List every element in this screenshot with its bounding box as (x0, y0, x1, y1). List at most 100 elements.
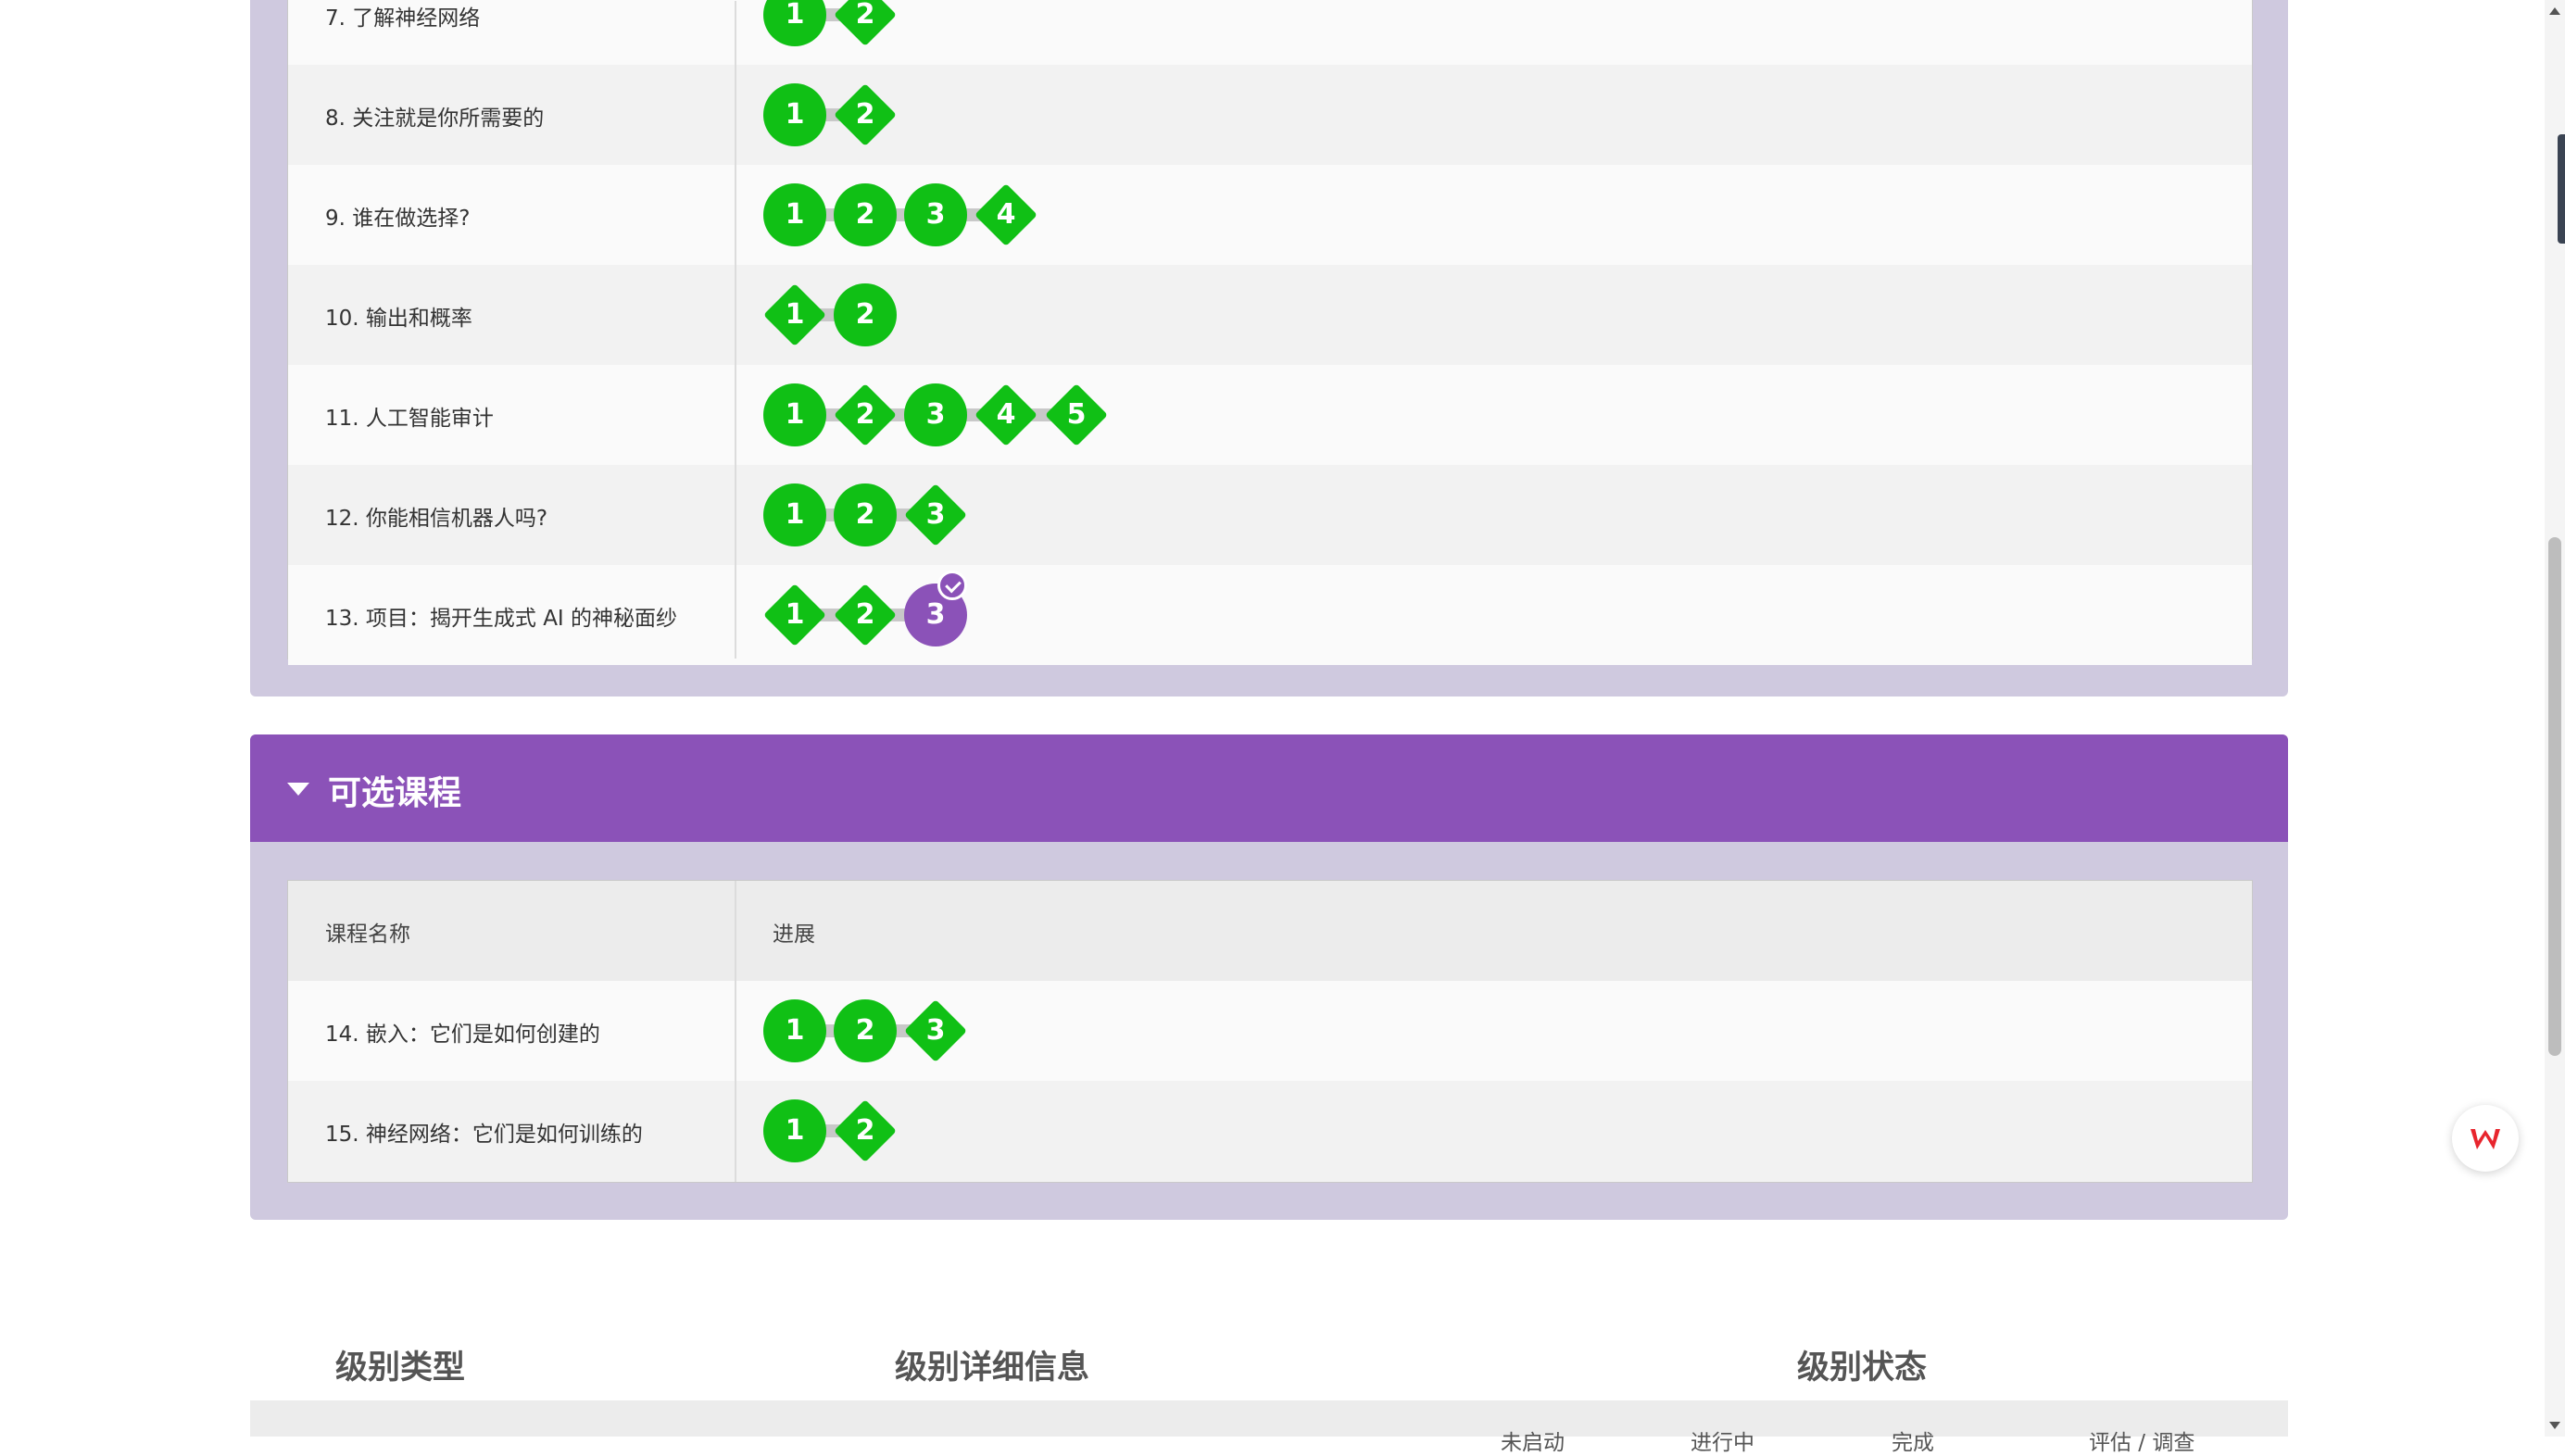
course-name[interactable]: 15. 神经网络：它们是如何训练的 (325, 1116, 643, 1148)
section-title: 可选课程 (328, 774, 462, 812)
lesson-number: 2 (855, 0, 875, 31)
level-type-heading: 级别类型 (335, 1349, 466, 1387)
lesson-circle-node[interactable]: 2 (834, 283, 897, 346)
scroll-down-icon[interactable] (2549, 1422, 2560, 1429)
status-column-not-started: 未启动 (1501, 1431, 1565, 1455)
lesson-number: 2 (855, 1114, 875, 1147)
status-column-assessment: 评估 / 调查 (2089, 1431, 2195, 1455)
progress-track: 12 (763, 0, 1504, 46)
table-row[interactable]: 11. 人工智能审计 1 2 3 4 5 (288, 365, 2252, 465)
lesson-diamond-node[interactable]: 1 (763, 283, 826, 346)
lesson-diamond-node[interactable]: 2 (834, 584, 897, 646)
lesson-number: 1 (785, 198, 805, 231)
table-row[interactable]: 12. 你能相信机器人吗? 1 2 3 (288, 465, 2252, 565)
wps-logo-icon (2471, 1129, 2500, 1149)
wps-floating-button[interactable] (2452, 1105, 2519, 1172)
lesson-diamond-node[interactable]: 3 (904, 999, 967, 1062)
lesson-number: 2 (855, 498, 875, 531)
lesson-diamond-node[interactable]: 3 (904, 483, 967, 546)
required-courses-panel: 7. 了解神经网络 12 8. 关注就是你所需要的 12 9. 谁在做选择? 1… (250, 0, 2288, 697)
column-divider (735, 1, 736, 659)
lesson-circle-node[interactable]: 2 (834, 999, 897, 1062)
course-name[interactable]: 9. 谁在做选择? (325, 200, 470, 232)
level-status-header-bar: 未启动 进行中 完成 评估 / 调查 (250, 1400, 2288, 1455)
progress-track: 1 2 3 4 (763, 183, 1504, 246)
optional-section-header[interactable]: 可选课程 (250, 734, 2288, 842)
lesson-number: 1 (785, 498, 805, 531)
lesson-circle-node[interactable]: 1 (763, 483, 826, 546)
table-row[interactable]: 15. 神经网络：它们是如何训练的 12 (288, 1081, 2252, 1181)
lesson-circle-node[interactable]: 1 (763, 183, 826, 246)
lesson-number: 2 (855, 1014, 875, 1047)
lesson-number: 4 (996, 398, 1016, 431)
required-courses-table: 7. 了解神经网络 12 8. 关注就是你所需要的 12 9. 谁在做选择? 1… (287, 0, 2253, 665)
lesson-diamond-node[interactable]: 2 (834, 383, 897, 446)
table-row[interactable]: 8. 关注就是你所需要的 1 2 (288, 65, 2252, 165)
lesson-circle-node[interactable]: 1 (763, 1099, 826, 1162)
lesson-circle-node[interactable]: 3 (904, 571, 967, 646)
table-row[interactable]: 7. 了解神经网络 12 (288, 0, 2252, 65)
course-name[interactable]: 8. 关注就是你所需要的 (325, 100, 544, 132)
lesson-diamond-node[interactable]: 4 (974, 183, 1037, 246)
lesson-number: 2 (855, 198, 875, 231)
progress-track: 1 2 3 4 5 (763, 383, 1504, 446)
caret-down-icon[interactable] (287, 783, 309, 796)
lesson-circle-node[interactable]: 2 (834, 183, 897, 246)
lesson-circle-node[interactable]: 3 (904, 183, 967, 246)
lesson-diamond-node[interactable]: 2 (834, 83, 897, 146)
column-header-progress: 进展 (773, 923, 815, 947)
lesson-number: 1 (785, 1014, 805, 1047)
lesson-number: 4 (996, 198, 1016, 231)
progress-track: 12 (763, 1099, 1504, 1162)
lesson-number: 1 (785, 398, 805, 431)
course-name[interactable]: 14. 嵌入：它们是如何创建的 (325, 1016, 600, 1048)
lesson-circle-node[interactable]: 1 (763, 83, 826, 146)
column-header-name: 课程名称 (325, 923, 410, 947)
progress-track: 1 2 3 (763, 483, 1504, 546)
course-name[interactable]: 7. 了解神经网络 (325, 0, 480, 31)
lesson-circle-node[interactable]: 3 (904, 383, 967, 446)
lesson-diamond-node[interactable]: 4 (974, 383, 1037, 446)
lesson-number: 2 (855, 98, 875, 131)
course-name[interactable]: 13. 项目：揭开生成式 AI 的神秘面纱 (325, 600, 677, 632)
scroll-up-icon[interactable] (2549, 7, 2560, 15)
lesson-number: 3 (925, 498, 946, 531)
lesson-number: 1 (785, 598, 805, 631)
table-row[interactable]: 14. 嵌入：它们是如何创建的 1 2 3 (288, 981, 2252, 1081)
progress-track: 1 23 (763, 571, 1504, 646)
table-row[interactable]: 9. 谁在做选择? 1 2 3 4 (288, 165, 2252, 265)
side-panel-tab[interactable] (2558, 134, 2565, 244)
lesson-number: 2 (855, 598, 875, 631)
table-row[interactable]: 13. 项目：揭开生成式 AI 的神秘面纱 1 23 (288, 565, 2252, 665)
table-row[interactable]: 10. 输出和概率 1 2 (288, 265, 2252, 365)
lesson-diamond-node[interactable]: 2 (834, 1099, 897, 1162)
scrollbar-thumb[interactable] (2548, 537, 2561, 1056)
lesson-number: 2 (855, 298, 875, 331)
lesson-number: 3 (925, 1014, 946, 1047)
lesson-diamond-node[interactable]: 5 (1045, 383, 1108, 446)
lesson-number: 3 (925, 198, 946, 231)
lesson-circle-node[interactable]: 1 (763, 999, 826, 1062)
lesson-circle-node[interactable]: 1 (763, 0, 826, 46)
course-name[interactable]: 12. 你能相信机器人吗? (325, 500, 547, 532)
check-badge-icon (937, 571, 967, 600)
course-name[interactable]: 10. 输出和概率 (325, 300, 472, 332)
level-status-heading: 级别状态 (1797, 1349, 1928, 1387)
progress-track: 1 2 3 (763, 999, 1504, 1062)
lesson-number: 1 (785, 0, 805, 31)
lesson-diamond-node[interactable]: 1 (763, 584, 826, 646)
lesson-number: 1 (785, 298, 805, 331)
optional-courses-panel: 可选课程 课程名称 进展 14. 嵌入：它们是如何创建的 123 15. 神经网… (250, 734, 2288, 1220)
lesson-number: 5 (1066, 398, 1087, 431)
column-divider (735, 881, 736, 1182)
lesson-number: 1 (785, 98, 805, 131)
lesson-circle-node[interactable]: 1 (763, 383, 826, 446)
lesson-diamond-node[interactable]: 2 (834, 0, 897, 46)
course-name[interactable]: 11. 人工智能审计 (325, 400, 494, 432)
lesson-number: 1 (785, 1114, 805, 1147)
level-details-heading: 级别详细信息 (895, 1349, 1090, 1387)
optional-courses-table: 课程名称 进展 14. 嵌入：它们是如何创建的 123 15. 神经网络：它们是… (287, 880, 2253, 1183)
lesson-circle-node[interactable]: 2 (834, 483, 897, 546)
lesson-number: 3 (925, 398, 946, 431)
status-column-in-progress: 进行中 (1691, 1431, 1754, 1455)
